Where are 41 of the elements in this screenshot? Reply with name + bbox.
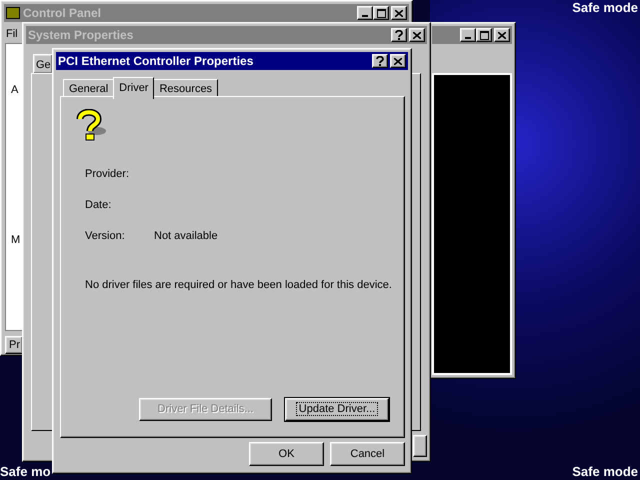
field-label: Version: bbox=[85, 229, 126, 244]
minimize-button[interactable] bbox=[460, 28, 476, 42]
ok-button[interactable]: OK bbox=[249, 442, 324, 466]
help-icon bbox=[376, 56, 384, 66]
control-panel-icon bbox=[6, 7, 20, 19]
driver-button[interactable]: Update Driver... bbox=[285, 398, 389, 421]
window-title: PCI Ethernet Controller Properties bbox=[58, 53, 254, 70]
safe-mode-label: Safe mo bbox=[0, 464, 51, 480]
safe-mode-label: Safe mode bbox=[572, 0, 638, 16]
tab[interactable]: Driver bbox=[113, 77, 154, 99]
safe-mode-label: Safe mode bbox=[572, 464, 638, 480]
menu-item[interactable]: Fil bbox=[6, 26, 18, 42]
maximize-icon bbox=[376, 8, 386, 18]
maximize-button[interactable] bbox=[373, 6, 389, 20]
tab[interactable]: Ge bbox=[33, 54, 53, 74]
close-icon bbox=[395, 10, 403, 16]
close-button[interactable] bbox=[494, 28, 510, 42]
window-title: Control Panel bbox=[23, 5, 102, 22]
field-label: Provider: bbox=[85, 167, 130, 182]
help-button[interactable] bbox=[372, 54, 388, 68]
close-icon bbox=[394, 58, 402, 64]
maximize-button[interactable] bbox=[476, 28, 492, 42]
close-button[interactable] bbox=[409, 28, 425, 42]
button-edge[interactable] bbox=[413, 435, 427, 457]
close-icon bbox=[413, 32, 421, 38]
field-value: Not available bbox=[154, 229, 218, 244]
close-button[interactable] bbox=[391, 6, 407, 20]
list-item[interactable]: M bbox=[11, 232, 20, 248]
maximize-icon bbox=[480, 30, 488, 40]
list-item[interactable]: A bbox=[11, 82, 18, 98]
question-mark-icon bbox=[75, 109, 109, 141]
cancel-button[interactable]: Cancel bbox=[330, 442, 405, 466]
minimize-button[interactable] bbox=[357, 6, 373, 20]
message-text: No driver files are required or have been loaded for this device. bbox=[85, 278, 392, 293]
help-icon bbox=[395, 30, 403, 40]
close-button[interactable] bbox=[390, 54, 406, 68]
field-label: Date: bbox=[85, 198, 112, 213]
close-icon bbox=[498, 32, 506, 38]
help-button[interactable] bbox=[391, 28, 407, 42]
properties-button[interactable]: Pr bbox=[5, 336, 23, 354]
window-title: System Properties bbox=[28, 27, 134, 44]
